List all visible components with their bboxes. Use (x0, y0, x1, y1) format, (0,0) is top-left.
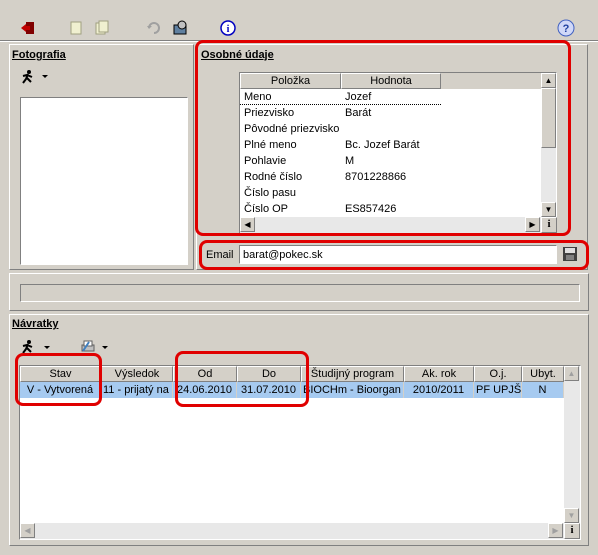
email-field[interactable] (239, 245, 557, 264)
table-row[interactable]: Pôvodné priezvisko (240, 121, 441, 137)
row-key: Plné meno (244, 139, 297, 151)
personal-grid: Položka Hodnota Meno Jozef Priezvisko Barát… (239, 72, 557, 234)
cell-vysledok: 11 - prijatý na (101, 382, 173, 398)
row-value: M (345, 155, 355, 167)
photo-area[interactable] (20, 97, 188, 265)
scroll-left-button[interactable]: ◀ (240, 217, 255, 232)
help-icon[interactable]: ? (556, 18, 576, 38)
cell-ubyt: N (522, 382, 564, 398)
settings-icon[interactable] (170, 18, 190, 38)
cell-do: 31.07.2010 (237, 382, 301, 398)
table-row[interactable]: Rodné číslo 8701228866 (240, 169, 441, 185)
cell-program: BIOCHm - Bioorgan (301, 382, 404, 398)
returns-label: Návratky (12, 318, 59, 330)
cell-oj: PF UPJŠ (476, 382, 522, 398)
toolbar-divider (0, 40, 598, 42)
row-key: Priezvisko (244, 107, 295, 119)
returns-vscrollbar[interactable]: ▲ ▼ (564, 366, 580, 523)
column-header-empty (441, 73, 541, 89)
photo-label: Fotografia (12, 49, 66, 61)
table-row[interactable]: Číslo OP ES857426 (240, 201, 441, 217)
email-label: Email (206, 249, 234, 261)
personal-grid-header: Položka Hodnota (240, 73, 541, 89)
row-key: Pôvodné priezvisko (244, 123, 340, 135)
row-key: Číslo pasu (244, 187, 296, 199)
row-key: Číslo OP (244, 203, 289, 215)
table-row[interactable]: Plné meno Bc. Jozef Barát (240, 137, 441, 153)
exit-icon[interactable] (18, 18, 38, 38)
row-value: Jozef (345, 91, 372, 103)
scroll-down-button[interactable]: ▼ (541, 202, 556, 217)
cell-od: 24.06.2010 (173, 382, 237, 398)
column-header-hodnota[interactable]: Hodnota (341, 73, 441, 89)
table-row[interactable]: Číslo pasu (240, 185, 441, 201)
returns-grid: Stav Výsledok Od Do Študijný program Ak.… (19, 365, 581, 540)
table-row[interactable]: Priezvisko Barát (240, 105, 441, 121)
info-button[interactable]: i (564, 523, 580, 539)
cell-stav: V - Vytvorená (20, 382, 101, 398)
column-header-ak-rok[interactable]: Ak. rok (404, 366, 474, 382)
table-row[interactable]: Pohlavie M (240, 153, 441, 169)
column-header-stav[interactable]: Stav (20, 366, 101, 382)
row-value: ES857426 (345, 203, 397, 215)
info-button[interactable]: i (541, 217, 557, 233)
scroll-down-button[interactable]: ▼ (564, 508, 579, 523)
returns-grid-header: Stav Výsledok Od Do Študijný program Ak.… (20, 366, 564, 382)
running-man-icon[interactable] (20, 69, 38, 87)
photo-panel: Fotografia (9, 44, 194, 270)
svg-text:?: ? (563, 23, 570, 35)
svg-text:i: i (227, 24, 230, 35)
scroll-left-button[interactable]: ◀ (20, 523, 35, 538)
column-header-ubyt[interactable]: Ubyt. (522, 366, 564, 382)
row-key: Rodné číslo (244, 171, 303, 183)
doc-copy-icon[interactable] (92, 18, 112, 38)
save-icon[interactable] (562, 246, 578, 262)
cell-rok: 2010/2011 (404, 382, 474, 398)
row-key: Meno (244, 91, 272, 103)
status-bar (20, 284, 580, 302)
row-value (345, 185, 441, 201)
chevron-down-icon[interactable] (44, 346, 50, 349)
scroll-thumb[interactable] (541, 88, 556, 148)
personal-label: Osobné údaje (201, 49, 274, 61)
doc-icon[interactable] (66, 18, 86, 38)
chevron-down-icon[interactable] (102, 346, 108, 349)
toolbar: i ? (0, 0, 598, 40)
column-header-od[interactable]: Od (173, 366, 237, 382)
row-value: 8701228866 (345, 171, 407, 183)
refresh-icon[interactable] (144, 18, 164, 38)
photo-actions (20, 69, 54, 87)
column-header-oj[interactable]: O.j. (474, 366, 522, 382)
table-row[interactable]: Meno Jozef (240, 89, 441, 105)
personal-vscrollbar[interactable]: ▲ ▼ (541, 73, 556, 217)
scroll-right-button[interactable]: ▶ (525, 217, 540, 232)
row-value: Barát (345, 107, 372, 119)
personal-hscrollbar[interactable]: ◀ ▶ (240, 217, 541, 233)
print-icon[interactable] (80, 339, 98, 357)
info-icon[interactable]: i (218, 18, 238, 38)
row-value: Bc. Jozef Barát (345, 139, 420, 151)
status-panel (9, 273, 589, 311)
chevron-down-icon[interactable] (42, 75, 48, 78)
table-row[interactable]: V - Vytvorená 11 - prijatý na 24.06.2010 31… (20, 382, 564, 398)
scroll-right-button[interactable]: ▶ (548, 523, 563, 538)
column-header-program[interactable]: Študijný program (301, 366, 404, 382)
returns-hscrollbar[interactable]: ◀ ▶ (20, 523, 564, 539)
running-man-icon[interactable] (20, 339, 38, 357)
column-header-do[interactable]: Do (237, 366, 301, 382)
column-header-vysledok[interactable]: Výsledok (101, 366, 173, 382)
scroll-up-button[interactable]: ▲ (541, 73, 556, 88)
column-header-polozka[interactable]: Položka (240, 73, 341, 89)
scroll-up-button[interactable]: ▲ (564, 366, 579, 381)
row-value (345, 121, 441, 137)
row-key: Pohlavie (244, 155, 287, 167)
